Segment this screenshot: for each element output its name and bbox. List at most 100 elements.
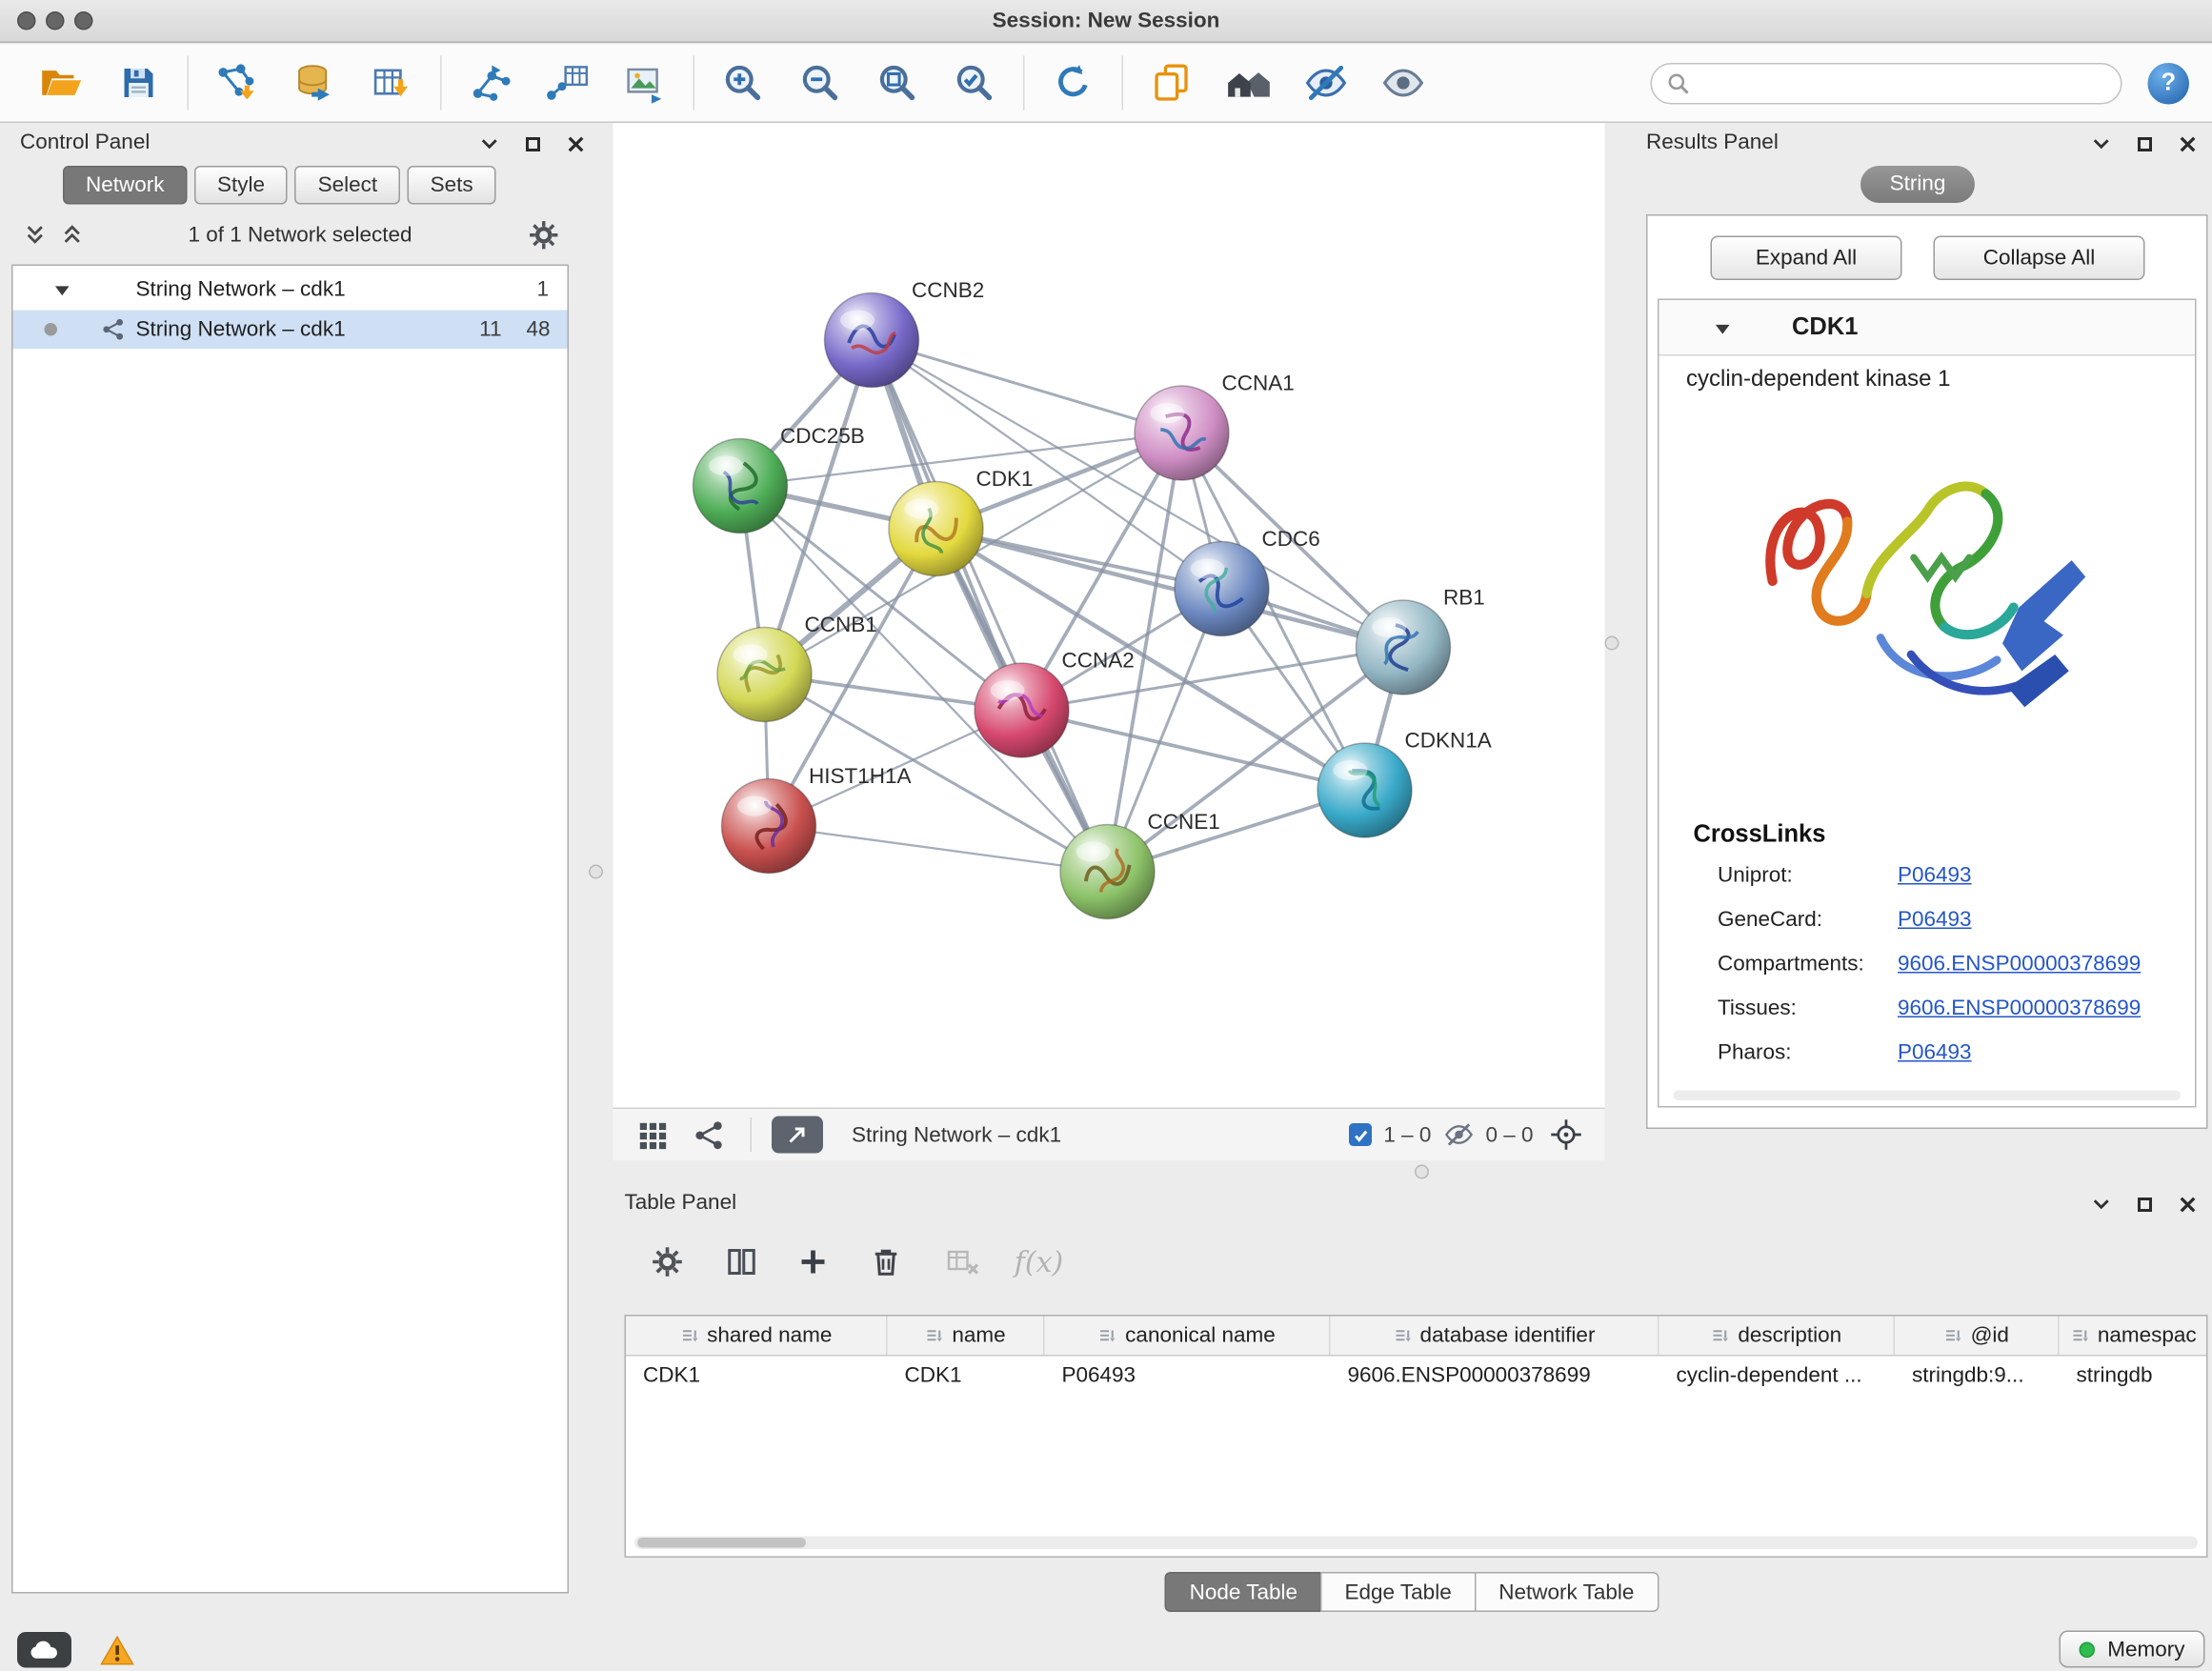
zoom-in-button[interactable] xyxy=(705,50,782,116)
vertical-splitter-handle[interactable] xyxy=(1605,636,1619,651)
panel-collapse-button[interactable] xyxy=(2091,133,2113,155)
show-all-button[interactable] xyxy=(1365,50,1442,116)
network-graph[interactable]: CCNB2CCNA1CDC25BCDK1CDC6RB1CCNB1CCNA2CDK… xyxy=(613,123,1605,1108)
network-options-button[interactable] xyxy=(528,219,561,252)
node-label: CCNA2 xyxy=(1062,649,1135,673)
network-overview-button[interactable] xyxy=(688,1115,731,1155)
node-label: RB1 xyxy=(1443,586,1485,610)
help-button[interactable]: ? xyxy=(2148,62,2190,104)
panel-float-button[interactable] xyxy=(2134,133,2156,155)
tab-node-table[interactable]: Node Table xyxy=(1165,1572,1321,1612)
network-edge[interactable] xyxy=(769,826,1108,872)
panel-close-button[interactable] xyxy=(2177,1194,2199,1216)
network-collection-row[interactable]: String Network – cdk1 1 xyxy=(13,271,568,310)
sphere-highlight xyxy=(1191,559,1225,579)
grid-view-button[interactable] xyxy=(631,1115,674,1155)
open-session-button[interactable] xyxy=(23,50,100,116)
show-columns-button[interactable] xyxy=(717,1238,766,1286)
detach-view-button[interactable] xyxy=(772,1117,823,1154)
horizontal-splitter-handle[interactable] xyxy=(1415,1165,1429,1179)
vertical-splitter-handle[interactable] xyxy=(589,865,603,879)
warnings-button[interactable] xyxy=(91,1632,143,1668)
node-label: CCNA1 xyxy=(1222,372,1295,395)
cloud-services-button[interactable] xyxy=(17,1632,71,1668)
column-header-namespac[interactable]: namespac xyxy=(2060,1317,2208,1356)
panel-close-button[interactable] xyxy=(565,133,587,155)
home-layout-button[interactable] xyxy=(1211,50,1288,116)
crosslink-value-link[interactable]: P06493 xyxy=(1898,1040,1972,1065)
collapse-all-button[interactable]: Collapse All xyxy=(1934,236,2145,281)
network-node-ccna1[interactable]: CCNA1 xyxy=(1135,372,1295,480)
network-edge[interactable] xyxy=(936,529,1404,648)
expand-triangle-icon[interactable] xyxy=(53,282,72,301)
column-header--id[interactable]: @id xyxy=(1895,1317,2060,1356)
zoom-in-icon xyxy=(722,62,765,105)
column-header-description[interactable]: description xyxy=(1659,1317,1896,1356)
panel-collapse-button[interactable] xyxy=(2091,1194,2113,1216)
crosslink-value-link[interactable]: 9606.ENSP00000378699 xyxy=(1898,952,2141,976)
tab-sets[interactable]: Sets xyxy=(408,166,496,205)
panel-collapse-button[interactable] xyxy=(479,133,501,155)
create-column-button[interactable] xyxy=(789,1238,837,1286)
network-node-cdkn1a[interactable]: CDKN1A xyxy=(1317,729,1492,838)
scrollbar-thumb[interactable] xyxy=(637,1538,806,1548)
results-horizontal-scrollbar[interactable] xyxy=(1674,1091,2182,1101)
grid-view-icon xyxy=(635,1118,669,1152)
clone-network-button[interactable] xyxy=(1134,50,1211,116)
crosslink-value-link[interactable]: 9606.ENSP00000378699 xyxy=(1898,997,2141,1021)
fit-content-button[interactable] xyxy=(1545,1115,1588,1155)
network-edge[interactable] xyxy=(1022,711,1365,791)
panel-float-button[interactable] xyxy=(2134,1194,2156,1216)
zoom-window-button[interactable] xyxy=(74,11,93,30)
network-node-ccnb2[interactable]: CCNB2 xyxy=(825,278,985,388)
close-window-button[interactable] xyxy=(17,11,36,30)
tab-string[interactable]: String xyxy=(1860,166,1975,203)
tab-network-table[interactable]: Network Table xyxy=(1475,1572,1659,1612)
zoom-fit-button[interactable] xyxy=(859,50,936,116)
network-node-cdk1[interactable]: CDK1 xyxy=(889,467,1034,575)
column-header-shared-name[interactable]: shared name xyxy=(626,1317,888,1356)
network-canvas[interactable]: CCNB2CCNA1CDC25BCDK1CDC6RB1CCNB1CCNA2CDK… xyxy=(613,123,1605,1108)
table-row[interactable]: CDK1CDK1P064939606.ENSP00000378699cyclin… xyxy=(626,1357,2206,1397)
network-node-ccnb1[interactable]: CCNB1 xyxy=(717,613,877,722)
zoom-selected-button[interactable] xyxy=(936,50,1014,116)
network-table-button[interactable] xyxy=(529,50,606,116)
tab-select[interactable]: Select xyxy=(295,166,401,205)
selected-items-checkbox[interactable] xyxy=(1349,1123,1372,1146)
tab-edge-table[interactable]: Edge Table xyxy=(1320,1572,1476,1612)
import-table-button[interactable] xyxy=(353,50,431,116)
minimize-window-button[interactable] xyxy=(46,11,65,30)
hide-selected-button[interactable] xyxy=(1288,50,1365,116)
network-edge[interactable] xyxy=(872,340,1182,433)
export-image-button[interactable] xyxy=(606,50,683,116)
network-edge[interactable] xyxy=(872,340,1108,872)
import-database-button[interactable] xyxy=(276,50,353,116)
import-network-button[interactable] xyxy=(199,50,276,116)
search-input[interactable] xyxy=(1700,70,2106,96)
tab-style[interactable]: Style xyxy=(194,166,288,205)
save-session-button[interactable] xyxy=(100,50,177,116)
zoom-out-button[interactable] xyxy=(782,50,859,116)
table-tabs: Node TableEdge TableNetwork Table xyxy=(612,1572,2212,1612)
network-node-hist1h1a[interactable]: HIST1H1A xyxy=(722,764,912,874)
crosslink-value-link[interactable]: P06493 xyxy=(1898,863,1972,888)
column-header-canonical-name[interactable]: canonical name xyxy=(1045,1317,1331,1356)
network-row-selected[interactable]: String Network – cdk1 11 48 xyxy=(13,311,568,350)
collapse-triangle-icon[interactable] xyxy=(1714,320,1733,339)
table-horizontal-scrollbar[interactable] xyxy=(634,1537,2198,1550)
refresh-button[interactable] xyxy=(1035,50,1112,116)
expand-all-button[interactable]: Expand All xyxy=(1711,236,1902,281)
delete-column-button[interactable] xyxy=(862,1238,911,1286)
crosslink-value-link[interactable]: P06493 xyxy=(1898,908,1972,933)
search-box[interactable] xyxy=(1651,62,2122,104)
table-settings-button[interactable] xyxy=(643,1238,692,1286)
protein-section-header[interactable]: CDK1 xyxy=(1659,300,2196,356)
column-header-name[interactable]: name xyxy=(888,1317,1045,1356)
column-header-database-identifier[interactable]: database identifier xyxy=(1331,1317,1659,1356)
memory-button[interactable]: Memory xyxy=(2059,1631,2204,1668)
panel-close-button[interactable] xyxy=(2177,133,2199,155)
panel-float-button[interactable] xyxy=(522,133,544,155)
export-network-button[interactable] xyxy=(452,50,529,116)
network-node-rb1[interactable]: RB1 xyxy=(1357,586,1485,695)
tab-network[interactable]: Network xyxy=(63,166,188,205)
